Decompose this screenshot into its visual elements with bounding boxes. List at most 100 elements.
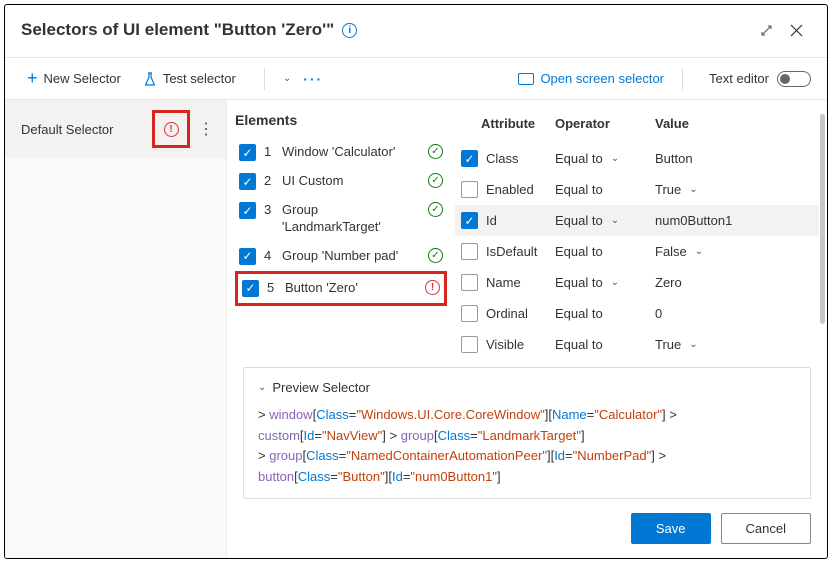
ok-icon: ✓ xyxy=(428,144,443,159)
attr-name: Enabled xyxy=(486,182,534,197)
attribute-row[interactable]: Enabled Equal to True ⌄ xyxy=(455,174,819,205)
preview-title: Preview Selector xyxy=(272,378,370,399)
divider xyxy=(682,68,683,90)
error-icon: ! xyxy=(425,280,440,295)
checkbox[interactable]: ✓ xyxy=(461,150,478,167)
checkbox[interactable]: ✓ xyxy=(461,212,478,229)
checkbox[interactable]: ✓ xyxy=(239,144,256,161)
elements-column: Elements ✓ 1 Window 'Calculator' ✓ ✓ 2 UI Cust… xyxy=(227,100,447,367)
preview-selector-panel: ⌄ Preview Selector > window[Class="Windo… xyxy=(243,367,811,499)
checkbox[interactable] xyxy=(461,181,478,198)
attr-value: True xyxy=(655,337,681,352)
checkbox[interactable] xyxy=(461,336,478,353)
attributes-column: Attribute Operator Value ✓ Class Equal to ⌄… xyxy=(447,100,827,367)
chevron-down-icon[interactable]: ⌄ xyxy=(611,153,619,164)
close-icon[interactable] xyxy=(781,15,811,45)
checkbox[interactable]: ✓ xyxy=(242,280,259,297)
elements-heading: Elements xyxy=(235,110,447,138)
checkbox[interactable]: ✓ xyxy=(239,248,256,265)
attribute-row[interactable]: NameEqual to⌄Zero xyxy=(455,267,819,298)
toggle-icon[interactable] xyxy=(777,71,811,87)
titlebar: Selectors of UI element "Button 'Zero'" … xyxy=(5,5,827,58)
element-row[interactable]: ✓ 5 Button 'Zero'! xyxy=(235,271,447,306)
save-button[interactable]: Save xyxy=(631,513,711,544)
flask-icon xyxy=(143,72,157,86)
attribute-row[interactable]: IsDefault Equal to False ⌄ xyxy=(455,236,819,267)
info-icon[interactable]: i xyxy=(342,23,357,38)
footer: Save Cancel xyxy=(227,499,827,558)
chevron-down-icon[interactable]: ⌄ xyxy=(611,215,619,226)
element-row[interactable]: ✓4Group 'Number pad'✓ xyxy=(235,242,447,271)
test-selector-button[interactable]: Test selector xyxy=(137,67,242,90)
element-label: Group 'LandmarkTarget' xyxy=(282,202,420,236)
attr-value: Zero xyxy=(655,275,682,290)
attributes-header: Attribute Operator Value xyxy=(455,110,819,143)
chevron-down-icon[interactable]: ⌄ xyxy=(277,73,297,84)
checkbox[interactable] xyxy=(461,274,478,291)
attr-operator: Equal to xyxy=(555,213,603,228)
attr-operator: Equal to xyxy=(555,182,603,197)
cancel-button[interactable]: Cancel xyxy=(721,513,811,544)
screen-icon xyxy=(518,73,534,85)
scrollbar[interactable] xyxy=(820,114,825,324)
preview-body: > window[Class="Windows.UI.Core.CoreWind… xyxy=(258,405,796,488)
checkbox[interactable] xyxy=(461,305,478,322)
element-index: 1 xyxy=(264,144,274,159)
ok-icon: ✓ xyxy=(428,248,443,263)
error-icon: ! xyxy=(164,122,179,137)
attr-name: Name xyxy=(486,275,521,290)
more-icon[interactable]: ··· xyxy=(297,71,329,87)
element-row[interactable]: ✓ 1 Window 'Calculator' ✓ xyxy=(235,138,447,167)
attr-operator: Equal to xyxy=(555,337,603,352)
col-operator: Operator xyxy=(555,116,655,131)
test-selector-label: Test selector xyxy=(163,71,236,86)
chevron-down-icon[interactable]: ⌄ xyxy=(695,246,703,257)
element-label: UI Custom xyxy=(282,173,420,190)
text-editor-toggle[interactable]: Text editor xyxy=(709,71,811,87)
attribute-row[interactable]: ✓IdEqual to⌄num0Button1 xyxy=(455,205,819,236)
ok-icon: ✓ xyxy=(428,173,443,188)
element-index: 3 xyxy=(264,202,274,217)
plus-icon: + xyxy=(27,68,38,89)
element-label: Group 'Number pad' xyxy=(282,248,420,265)
chevron-down-icon[interactable]: ⌄ xyxy=(689,184,697,195)
checkbox[interactable]: ✓ xyxy=(239,173,256,190)
attribute-row[interactable]: OrdinalEqual to0 xyxy=(455,298,819,329)
kebab-icon[interactable]: ⋮ xyxy=(194,119,218,139)
col-attribute: Attribute xyxy=(455,116,555,131)
ok-icon: ✓ xyxy=(428,202,443,217)
element-row[interactable]: ✓ 3 Group 'LandmarkTarget' ✓ xyxy=(235,196,447,242)
divider xyxy=(264,68,265,90)
attr-value: True xyxy=(655,182,681,197)
attr-name: Class xyxy=(486,151,519,166)
element-label: Button 'Zero' xyxy=(285,280,417,297)
preview-toggle[interactable]: ⌄ Preview Selector xyxy=(258,378,796,399)
new-selector-button[interactable]: + New Selector xyxy=(21,64,127,93)
open-screen-selector-button[interactable]: Open screen selector xyxy=(512,67,670,90)
attr-value: num0Button1 xyxy=(655,213,732,228)
attr-value: False xyxy=(655,244,687,259)
selector-item-default[interactable]: Default Selector ! ⋮ xyxy=(5,100,226,158)
element-label: Window 'Calculator' xyxy=(282,144,420,161)
resize-icon[interactable] xyxy=(751,15,781,45)
main-top: Elements ✓ 1 Window 'Calculator' ✓ ✓ 2 UI Cust… xyxy=(227,100,827,367)
checkbox[interactable] xyxy=(461,243,478,260)
element-index: 2 xyxy=(264,173,274,188)
attr-name: IsDefault xyxy=(486,244,537,259)
chevron-down-icon[interactable]: ⌄ xyxy=(611,277,619,288)
selector-dialog: Selectors of UI element "Button 'Zero'" … xyxy=(4,4,828,559)
checkbox[interactable]: ✓ xyxy=(239,202,256,219)
attribute-row[interactable]: VisibleEqual toTrue⌄ xyxy=(455,329,819,360)
chevron-down-icon[interactable]: ⌄ xyxy=(689,339,697,350)
attr-value: 0 xyxy=(655,306,662,321)
element-row[interactable]: ✓ 2 UI Custom ✓ xyxy=(235,167,447,196)
main-panel: Elements ✓ 1 Window 'Calculator' ✓ ✓ 2 UI Cust… xyxy=(227,100,827,558)
selector-item-label: Default Selector xyxy=(21,122,114,137)
attr-operator: Equal to xyxy=(555,151,603,166)
attr-operator: Equal to xyxy=(555,244,603,259)
attr-operator: Equal to xyxy=(555,306,603,321)
element-index: 5 xyxy=(267,280,277,295)
attribute-row[interactable]: ✓ClassEqual to⌄Button xyxy=(455,143,819,174)
col-value: Value xyxy=(655,116,819,131)
status-error-highlight: ! xyxy=(152,110,190,148)
